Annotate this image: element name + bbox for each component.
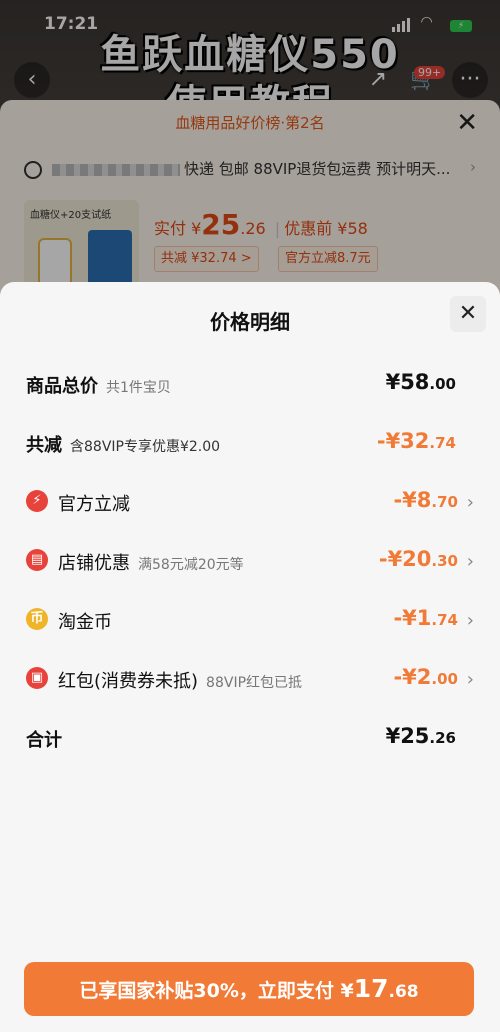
row-sub: 满58元减20元等 [138, 557, 244, 573]
row-store-discount[interactable]: ▤ 店铺优惠 满58元减20元等 -¥20.30 › [26, 543, 474, 579]
sheet-title: 价格明细 [210, 310, 290, 334]
row-value: ¥58.00 [385, 370, 456, 394]
pay-int: 17 [353, 974, 389, 1003]
row-value: -¥1.74 [393, 606, 458, 630]
row-label: 合计 [26, 730, 62, 751]
row-label: 店铺优惠 满58元减20元等 [58, 553, 244, 574]
close-button[interactable]: ✕ [450, 296, 486, 332]
store-coupon-icon: ▤ [26, 549, 48, 571]
lightning-icon: ⚡ [26, 490, 48, 512]
row-label: 商品总价 共1件宝贝 [26, 376, 171, 397]
chevron-right-icon: › [466, 551, 474, 572]
chevron-right-icon: › [466, 492, 474, 513]
row-value: -¥20.30 [378, 547, 458, 571]
row-official-discount[interactable]: ⚡ 官方立减 -¥8.70 › [26, 484, 474, 520]
red-packet-icon: ▣ [26, 667, 48, 689]
row-label: 共减 含88VIP专享优惠¥2.00 [26, 435, 221, 456]
pay-dec: .68 [388, 982, 419, 1002]
row-value: -¥32.74 [376, 429, 456, 453]
pay-button[interactable]: 已享国家补贴30%，立即支付 ¥17.68 [24, 962, 474, 1016]
row-grand-total: 合计 ¥25.26 [26, 720, 474, 756]
row-label: 官方立减 [58, 494, 130, 515]
row-label: 淘金币 [58, 612, 112, 633]
row-sub: 共1件宝贝 [106, 380, 171, 396]
chevron-right-icon: › [466, 669, 474, 690]
chevron-right-icon: › [466, 610, 474, 631]
pay-prefix: 已享国家补贴30%，立即支付 ¥ [79, 980, 354, 1002]
row-gold-coin[interactable]: 币 淘金币 -¥1.74 › [26, 602, 474, 638]
row-total-discount: 共减 含88VIP专享优惠¥2.00 -¥32.74 [26, 425, 474, 461]
row-red-packet[interactable]: ▣ 红包(消费券未抵) 88VIP红包已抵 -¥2.00 › [26, 661, 474, 697]
row-sub: 88VIP红包已抵 [206, 675, 303, 691]
row-value: ¥25.26 [385, 724, 456, 748]
row-total-price: 商品总价 共1件宝贝 ¥58.00 [26, 366, 474, 402]
row-sub: 含88VIP专享优惠¥2.00 [70, 439, 221, 455]
row-value: -¥2.00 [393, 665, 458, 689]
row-value: -¥8.70 [393, 488, 458, 512]
gold-coin-icon: 币 [26, 608, 48, 630]
row-label: 红包(消费券未抵) 88VIP红包已抵 [58, 671, 303, 692]
